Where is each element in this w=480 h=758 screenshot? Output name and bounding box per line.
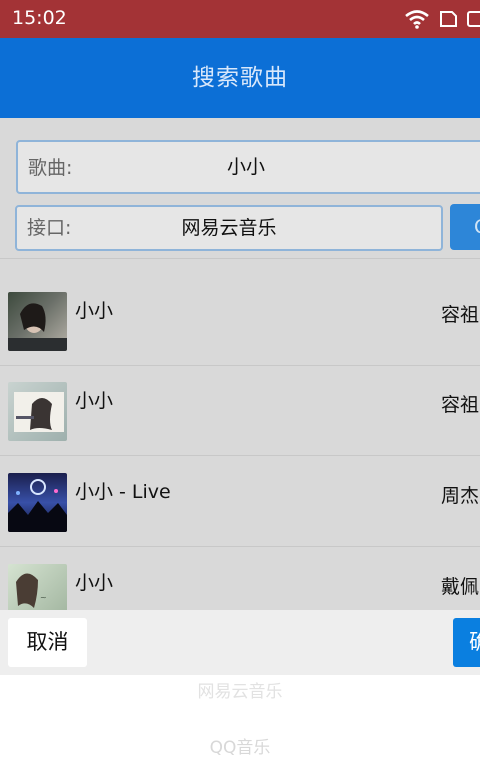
cancel-button[interactable]: 取消 [8,618,87,667]
result-row[interactable]: ~ 小小 戴佩 [0,548,480,610]
status-bar: 15:02 [0,0,480,38]
album-cover [8,473,67,532]
interface-field-value: 网易云音乐 [181,217,277,239]
result-row[interactable]: 小小 - Live 周杰 [0,457,480,547]
interface-field[interactable]: 接口: 网易云音乐 [15,205,443,251]
song-title: 小小 [75,390,114,412]
battery-icon [467,11,480,27]
song-artist: 周杰 [441,485,480,507]
song-title: 小小 [75,572,114,594]
status-icons [404,8,480,30]
song-field[interactable]: 歌曲: 小小 [16,140,480,194]
result-row[interactable]: 小小 容祖 [0,366,480,456]
confirm-button[interactable]: 确 [453,618,480,667]
page-title: 搜索歌曲 [192,65,288,91]
album-cover: ~ [8,564,67,610]
background-option: 网易云音乐 [197,682,283,702]
song-title: 小小 - Live [75,481,171,503]
wifi-icon [405,10,429,29]
song-title: 小小 [75,300,114,322]
song-field-value: 小小 [226,156,265,178]
search-button[interactable]: Q [450,204,480,250]
svg-text:~: ~ [40,593,47,602]
background-option: QQ音乐 [209,738,271,758]
background-list: 网易云音乐 QQ音乐 [0,675,480,758]
search-button-label: Q [474,216,480,238]
dialog-content: 歌曲: 小小 接口: 网易云音乐 Q 小小 容祖 小小 [0,118,480,610]
result-row[interactable]: 小小 容祖 [0,276,480,366]
album-cover [8,382,67,441]
divider [0,258,480,259]
song-artist: 戴佩 [441,576,480,598]
status-time: 15:02 [12,7,67,29]
dialog-actions: 取消 确 [0,610,480,675]
app-bar: 搜索歌曲 [0,38,480,118]
song-artist: 容祖 [441,304,480,326]
sim-icon [440,11,457,27]
song-artist: 容祖 [441,394,480,416]
album-cover [8,292,67,351]
